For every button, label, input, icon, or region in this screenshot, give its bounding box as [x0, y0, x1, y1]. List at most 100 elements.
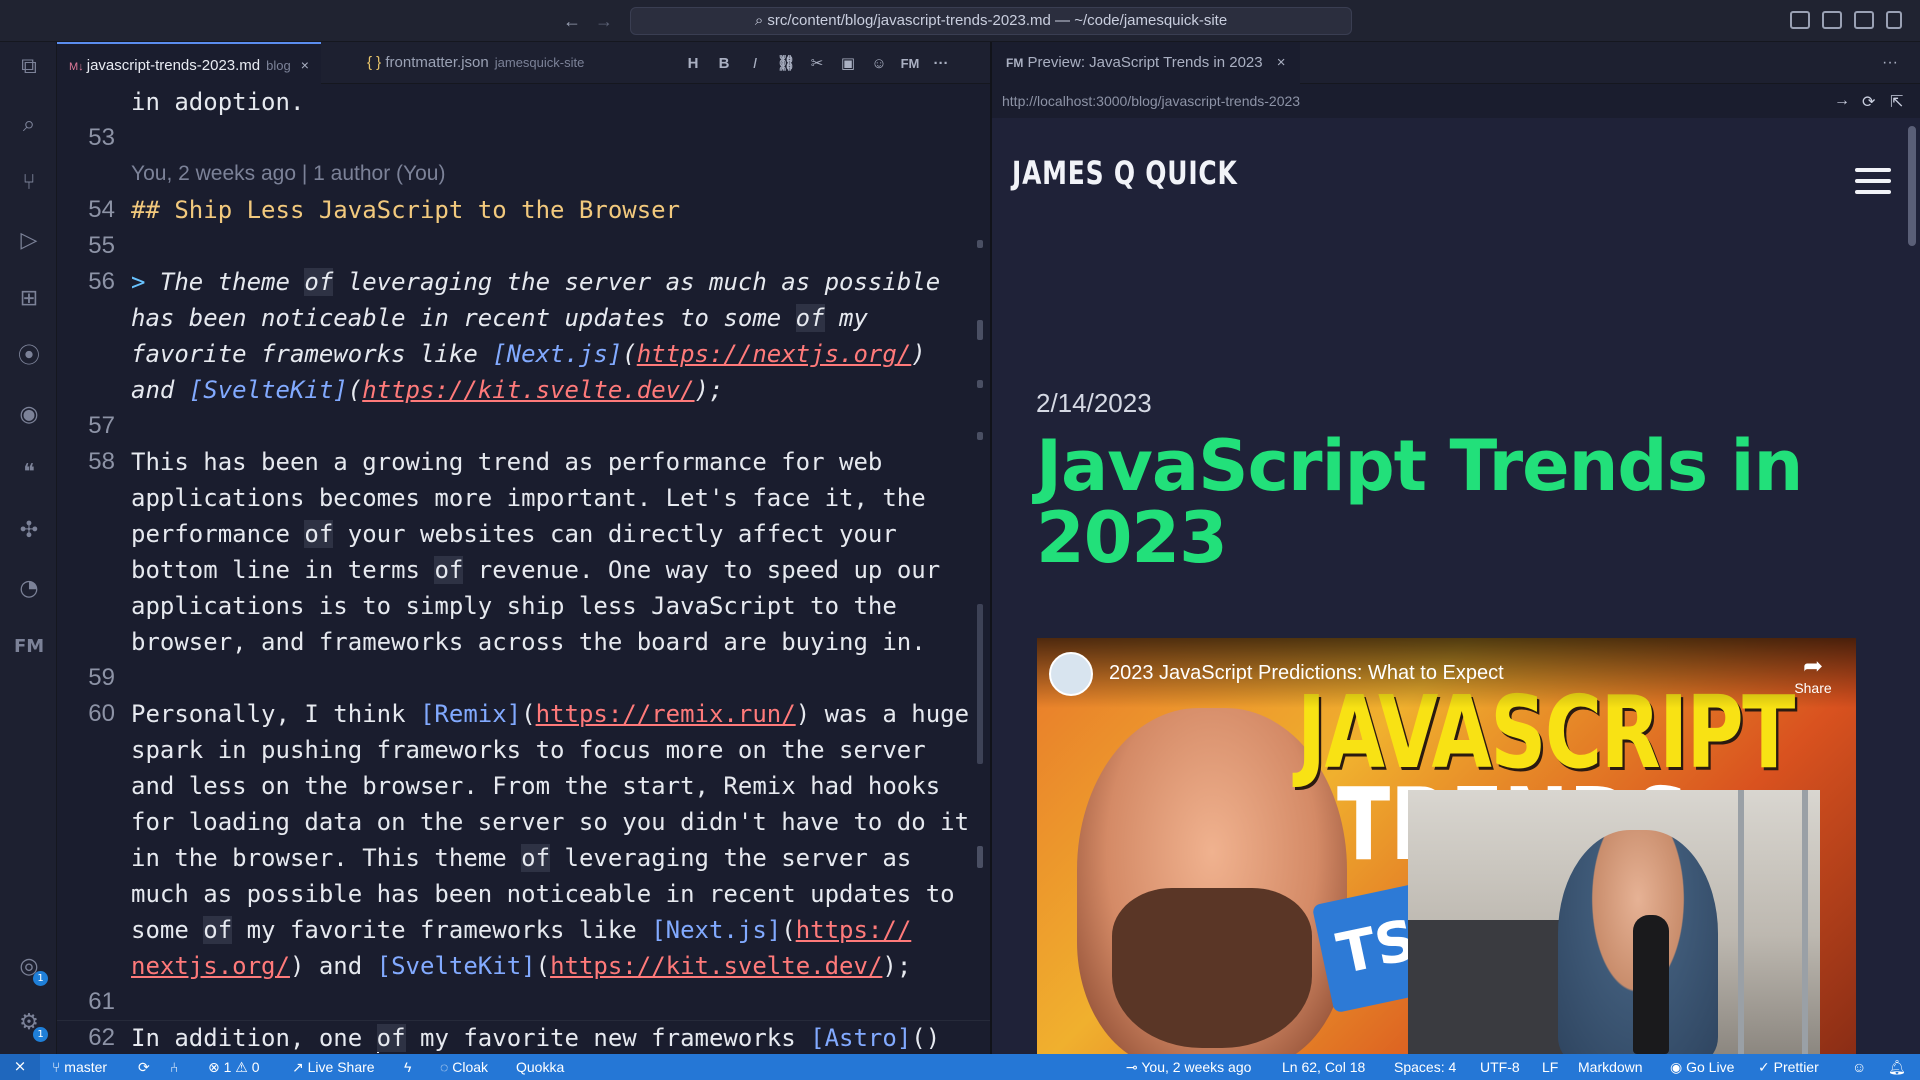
code-line[interactable]: 61: [57, 984, 967, 1020]
code-line[interactable]: and [SvelteKit](https://kit.svelte.dev/)…: [57, 372, 967, 408]
emoji-icon[interactable]: ☺: [869, 54, 889, 74]
blame-status[interactable]: ⊸ You, 2 weeks ago: [1126, 1054, 1251, 1080]
code-token[interactable]: https://remix.run/: [536, 700, 796, 728]
code-line[interactable]: 55: [57, 228, 967, 264]
tab-javascript-trends[interactable]: M↓ javascript-trends-2023.md blog ×: [57, 42, 321, 84]
code-line[interactable]: 53: [57, 120, 967, 156]
code-line[interactable]: 59: [57, 660, 967, 696]
image-icon[interactable]: ▣: [838, 54, 858, 74]
code-line[interactable]: 54 ## Ship Less JavaScript to the Browser: [57, 192, 967, 228]
lightning-icon[interactable]: ϟ: [404, 1054, 411, 1080]
code-line[interactable]: nextjs.org/) and [SvelteKit](https://kit…: [57, 948, 967, 984]
code-line[interactable]: and less on the browser. From the start,…: [57, 768, 967, 804]
site-title[interactable]: JAMES Q QUICK: [1012, 154, 1238, 192]
frontmatter-panel-icon[interactable]: FM: [900, 54, 920, 74]
code-line[interactable]: has been noticeable in recent updates to…: [57, 300, 967, 336]
tab-preview[interactable]: FM Preview: JavaScript Trends in 2023 ×: [992, 42, 1300, 84]
code-line[interactable]: bottom line in terms of revenue. One way…: [57, 552, 967, 588]
heading-icon[interactable]: H: [683, 54, 703, 74]
accounts-icon[interactable]: ◎ 1: [14, 952, 48, 986]
command-center[interactable]: ⌕ src/content/blog/javascript-trends-202…: [630, 7, 1352, 35]
code-line[interactable]: favorite frameworks like [Next.js](https…: [57, 336, 967, 372]
tab-frontmatter-json[interactable]: { } frontmatter.json jamesquick-site: [355, 42, 596, 84]
toggle-secondary-sidebar-icon[interactable]: [1854, 11, 1874, 29]
code-line[interactable]: applications becomes more important. Let…: [57, 480, 967, 516]
italic-icon[interactable]: I: [745, 54, 765, 74]
link-icon[interactable]: ⛓: [776, 54, 796, 74]
navigate-arrow-icon[interactable]: →: [1834, 92, 1850, 110]
code-line[interactable]: You, 2 weeks ago | 1 author (You): [57, 156, 967, 192]
encoding-status[interactable]: UTF-8: [1480, 1054, 1520, 1080]
code-line[interactable]: 57: [57, 408, 967, 444]
open-external-icon[interactable]: ⇱: [1890, 92, 1903, 112]
code-token[interactable]: https://kit.svelte.dev/: [550, 952, 882, 980]
code-line[interactable]: 56 > The theme of leveraging the server a…: [57, 264, 967, 300]
git-graph-icon[interactable]: ⦿: [14, 342, 44, 372]
code-line[interactable]: 58 This has been a growing trend as perfo…: [57, 444, 967, 480]
toggle-panel-icon[interactable]: [1822, 11, 1842, 29]
search-icon[interactable]: ⌕: [14, 110, 44, 140]
customize-layout-icon[interactable]: [1886, 11, 1902, 29]
forward-arrow-icon[interactable]: →: [592, 9, 616, 33]
scissors-icon[interactable]: ✂: [807, 54, 827, 74]
remote-indicator-icon[interactable]: ⨯: [0, 1054, 40, 1080]
editor-scrollbar-thumb[interactable]: [977, 604, 983, 764]
prettier-status[interactable]: ✓ Prettier: [1758, 1054, 1819, 1080]
eol-status[interactable]: LF: [1542, 1054, 1558, 1080]
feedback-icon[interactable]: ☺: [1852, 1054, 1866, 1080]
more-actions-icon[interactable]: ···: [1882, 42, 1898, 84]
sync-icon[interactable]: ⟳: [138, 1054, 150, 1080]
settings-gear-icon[interactable]: ⚙ 1: [14, 1008, 48, 1042]
toggle-sidebar-icon[interactable]: [1790, 11, 1810, 29]
code-token[interactable]: https://: [796, 916, 912, 944]
code-token[interactable]: nextjs.org/: [131, 952, 290, 980]
code-line[interactable]: in the browser. This theme of leveraging…: [57, 840, 967, 876]
bold-icon[interactable]: B: [714, 54, 734, 74]
code-line[interactable]: browser, and frameworks across the board…: [57, 624, 967, 660]
quote-icon[interactable]: ❝: [14, 458, 44, 488]
video-title[interactable]: 2023 JavaScript Predictions: What to Exp…: [1109, 662, 1504, 685]
extensions-icon[interactable]: ⊞: [14, 284, 44, 314]
hamburger-menu-icon[interactable]: [1855, 168, 1891, 194]
code-line[interactable]: applications is to simply ship less Java…: [57, 588, 967, 624]
quokka-icon[interactable]: ◔: [14, 574, 44, 604]
problems-status[interactable]: ⊗ 1 ⚠ 0: [208, 1054, 260, 1080]
cursor-position[interactable]: Ln 62, Col 18: [1282, 1054, 1365, 1080]
code-line[interactable]: much as possible has been noticeable in …: [57, 876, 967, 912]
git-graph-status-icon[interactable]: ⑃: [170, 1054, 178, 1080]
notifications-bell-icon[interactable]: 🔔︎: [1888, 1054, 1906, 1080]
close-tab-icon[interactable]: ×: [301, 57, 309, 73]
code-line[interactable]: performance of your websites can directl…: [57, 516, 967, 552]
code-token[interactable]: https://kit.svelte.dev/: [362, 376, 694, 404]
go-live-button[interactable]: ◉ Go Live: [1670, 1054, 1734, 1080]
editor-text-area[interactable]: in adoption. 53 You, 2 weeks ago | 1 autho…: [57, 84, 990, 1054]
share-button[interactable]: ➦ Share: [1785, 654, 1841, 697]
branch-status[interactable]: ⑂ master: [52, 1054, 107, 1080]
refresh-icon[interactable]: ⟳: [1862, 92, 1875, 112]
git-blame-annotation[interactable]: You, 2 weeks ago | 1 author (You): [131, 156, 445, 192]
butterfly-icon[interactable]: ✣: [14, 516, 44, 546]
cloak-status[interactable]: ◌ Cloak: [440, 1054, 488, 1080]
indentation-status[interactable]: Spaces: 4: [1394, 1054, 1456, 1080]
code-line[interactable]: in adoption.: [57, 84, 967, 120]
preview-url-bar[interactable]: http://localhost:3000/blog/javascript-tr…: [992, 84, 1920, 118]
frontmatter-icon[interactable]: FM: [14, 632, 44, 662]
live-share-status[interactable]: ↗ Live Share: [292, 1054, 375, 1080]
close-tab-icon[interactable]: ×: [1277, 54, 1286, 71]
preview-scrollbar-thumb[interactable]: [1908, 126, 1916, 246]
more-actions-icon[interactable]: ···: [931, 54, 951, 74]
code-line[interactable]: 62 In addition, one of my favorite new fr…: [57, 1020, 967, 1054]
quokka-status[interactable]: Quokka: [516, 1054, 564, 1080]
source-control-icon[interactable]: ⑂: [14, 168, 44, 198]
back-arrow-icon[interactable]: ←: [560, 9, 584, 33]
language-mode[interactable]: Markdown: [1578, 1054, 1643, 1080]
preview-scrollbar[interactable]: [1906, 118, 1920, 1054]
code-line[interactable]: some of my favorite frameworks like [Nex…: [57, 912, 967, 948]
files-icon[interactable]: ⧉: [14, 52, 44, 82]
code-line[interactable]: for loading data on the server so you di…: [57, 804, 969, 840]
github-icon[interactable]: ◉: [14, 400, 44, 430]
channel-avatar[interactable]: [1049, 652, 1093, 696]
code-line[interactable]: 60 Personally, I think [Remix](https://re…: [57, 696, 969, 732]
run-debug-icon[interactable]: ▷: [14, 226, 44, 256]
code-token[interactable]: https://nextjs.org/: [637, 340, 912, 368]
